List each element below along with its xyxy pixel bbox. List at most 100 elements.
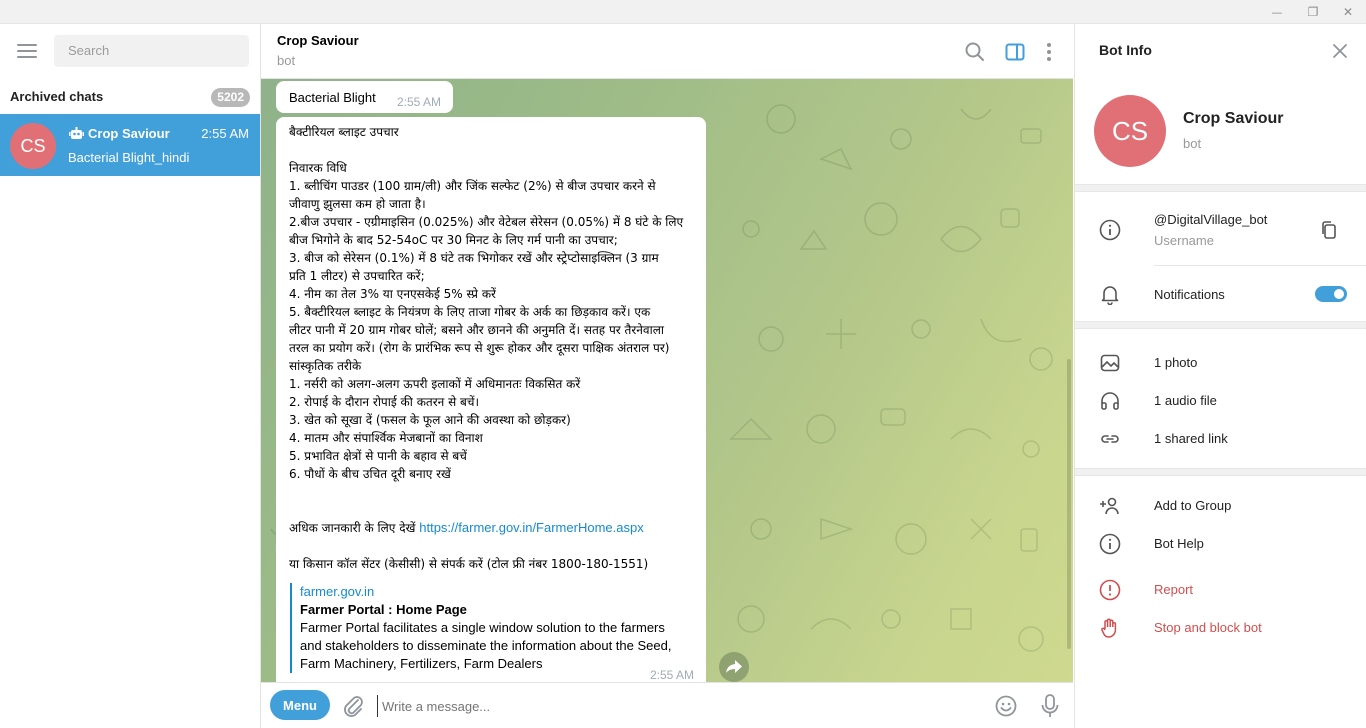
chat-header[interactable]: Crop Saviour bot xyxy=(261,24,1073,79)
divider-line xyxy=(1154,265,1366,266)
window-titlebar: — ❐ ✕ xyxy=(0,0,1366,24)
attach-icon[interactable] xyxy=(342,694,364,718)
archived-chats-label: Archived chats xyxy=(10,89,104,104)
bot-avatar[interactable]: CS xyxy=(1094,95,1166,167)
chat-time: 2:55 AM xyxy=(201,126,249,141)
photos-count: 1 photo xyxy=(1154,355,1198,370)
message-composer: Menu xyxy=(261,682,1073,728)
menu-icon[interactable] xyxy=(17,44,37,58)
message-line: 1. ब्लीचिंग पाउडर (100 ग्राम/ली) और जिंक… xyxy=(289,179,656,193)
chat-list-panel: Search Archived chats 5202 CS Crop Savio… xyxy=(0,24,261,728)
report-label: Report xyxy=(1154,582,1194,597)
message-line: 3. बीज को सेरेसन (0.1%) में 8 घंटे तक भि… xyxy=(289,251,659,265)
farmer-portal-link[interactable]: https://farmer.gov.in/FarmerHome.aspx xyxy=(419,520,643,535)
forward-icon xyxy=(726,660,742,673)
shared-links-row[interactable]: 1 shared link xyxy=(1075,420,1366,458)
message-line: 2. रोपाई के दौरान रोपाई की कतरन से बचें। xyxy=(289,395,480,409)
bot-menu-button[interactable]: Menu xyxy=(270,690,330,720)
close-window-button[interactable]: ✕ xyxy=(1333,0,1363,24)
restore-button[interactable]: ❐ xyxy=(1298,0,1328,24)
link-preview-description: Farmer Portal facilitates a single windo… xyxy=(300,620,665,635)
notifications-toggle[interactable] xyxy=(1315,286,1347,302)
archived-chats-row[interactable]: Archived chats 5202 xyxy=(0,78,261,114)
minimize-button[interactable]: — xyxy=(1262,0,1292,24)
bot-icon xyxy=(69,127,84,139)
links-count: 1 shared link xyxy=(1154,431,1228,446)
message-line: 6. पौधों के बीच उचित दूरी बनाए रखें xyxy=(289,467,451,481)
hand-stop-icon xyxy=(1101,618,1117,638)
chat-title: Crop Saviour xyxy=(277,33,359,48)
bell-icon xyxy=(1101,286,1119,305)
chat-subtitle: bot xyxy=(277,53,296,68)
photo-icon xyxy=(1100,354,1120,372)
message-text: बैक्टीरियल ब्लाइट उपचार निवारक विधि 1. ब्ल… xyxy=(289,123,699,573)
message-line: 5. प्रभावित क्षेत्रों से पानी के बहाव से… xyxy=(289,449,467,463)
message-bubble[interactable]: बैक्टीरियल ब्लाइट उपचार निवारक विधि 1. ब्ल… xyxy=(276,117,706,682)
message-line: बैक्टीरियल ब्लाइट उपचार xyxy=(289,125,399,139)
bot-username[interactable]: @DigitalVillage_bot xyxy=(1154,212,1267,227)
bot-info-panel: Bot Info CS Crop Saviour bot @DigitalVil… xyxy=(1074,24,1366,728)
message-line: 3. खेत को सूखा दें (फसल के फूल आने की अव… xyxy=(289,413,571,427)
stop-and-block-label: Stop and block bot xyxy=(1154,620,1262,635)
search-input[interactable]: Search xyxy=(54,35,249,67)
link-icon xyxy=(1101,435,1119,443)
report-icon xyxy=(1099,579,1121,601)
message-time: 2:55 AM xyxy=(396,95,441,109)
more-info-line: अधिक जानकारी के लिए देखें https://farmer… xyxy=(289,520,644,535)
message-line xyxy=(289,501,699,519)
message-time: 2:55 AM xyxy=(649,668,694,682)
sidebar-toggle-icon[interactable] xyxy=(1003,40,1027,64)
info-icon xyxy=(1099,533,1121,555)
unread-count-badge: 5202 xyxy=(211,88,250,107)
chat-scrollbar[interactable] xyxy=(1067,359,1071,649)
message-line: 2.बीज उपचार - एग्रीमाइसिन (0.025%) और वे… xyxy=(289,215,684,229)
chat-preview: Bacterial Blight_hindi xyxy=(68,150,190,165)
username-label: Username xyxy=(1154,233,1214,248)
minimize-icon: — xyxy=(1271,5,1283,19)
bot-help-button[interactable]: Bot Help xyxy=(1075,525,1366,563)
stop-and-block-button[interactable]: Stop and block bot xyxy=(1075,609,1366,647)
section-divider xyxy=(1075,184,1366,192)
close-icon[interactable] xyxy=(1331,42,1349,60)
report-button[interactable]: Report xyxy=(1075,571,1366,609)
link-preview-description: Farm Machinery, Fertilizers, Farm Dealer… xyxy=(300,656,543,671)
message-line xyxy=(289,483,699,501)
chat-background: Bacterial Blight 2:55 AM बैक्टीरियल ब्ला… xyxy=(261,79,1073,682)
message-bubble[interactable]: Bacterial Blight 2:55 AM xyxy=(276,81,453,113)
more-options-icon[interactable] xyxy=(1037,40,1061,64)
microphone-icon[interactable] xyxy=(1038,693,1062,719)
info-icon xyxy=(1099,219,1121,241)
shared-audio-row[interactable]: 1 audio file xyxy=(1075,382,1366,420)
chat-list-item-crop-saviour[interactable]: CS Crop Saviour 2:55 AM Bacterial Blight… xyxy=(0,114,260,176)
emoji-icon[interactable] xyxy=(994,694,1018,718)
message-line: 1. नर्सरी को अलग-अलग ऊपरी इलाकों में अधि… xyxy=(289,377,581,391)
message-line: जीवाणु झुलसा कम हो जाता है। xyxy=(289,197,426,211)
headphones-icon xyxy=(1101,392,1119,410)
bot-subtitle: bot xyxy=(1183,136,1202,151)
message-line: सांस्कृतिक तरीके xyxy=(289,359,362,373)
avatar: CS xyxy=(10,123,56,169)
link-preview-card[interactable]: farmer.gov.in Farmer Portal : Home Page … xyxy=(290,583,698,673)
message-line: 4. नीम का तेल 3% या एनएसकेई 5% स्प्रे कर… xyxy=(289,287,496,301)
panel-title: Bot Info xyxy=(1099,42,1152,58)
chat-panel: Crop Saviour bot Bacterial Blight 2:55 A… xyxy=(261,24,1073,728)
restore-icon: ❐ xyxy=(1307,5,1319,19)
close-icon: ✕ xyxy=(1342,5,1354,19)
bot-name: Crop Saviour xyxy=(1183,110,1284,127)
link-preview-site: farmer.gov.in xyxy=(300,584,375,599)
message-input[interactable] xyxy=(377,695,937,717)
contact-line: या किसान कॉल सेंटर (केसीसी) से संपर्क कर… xyxy=(289,557,649,571)
copy-icon[interactable] xyxy=(1319,220,1339,240)
shared-photos-row[interactable]: 1 photo xyxy=(1075,344,1366,382)
message-line: निवारक विधि xyxy=(289,161,347,175)
add-to-group-button[interactable]: Add to Group xyxy=(1075,487,1366,525)
message-line xyxy=(289,141,699,159)
forward-button[interactable] xyxy=(719,652,749,682)
message-line: प्रति 1 लीटर) से उपचारित करें; xyxy=(289,269,425,283)
search-icon[interactable] xyxy=(963,40,987,64)
audio-count: 1 audio file xyxy=(1154,393,1217,408)
chat-name: Crop Saviour xyxy=(88,126,170,141)
section-divider xyxy=(1075,321,1366,329)
message-line: बीज भिगोने के बाद 52-54oC पर 30 मिनट के … xyxy=(289,233,618,247)
link-preview-description: and stakeholders to disseminate the info… xyxy=(300,638,672,653)
